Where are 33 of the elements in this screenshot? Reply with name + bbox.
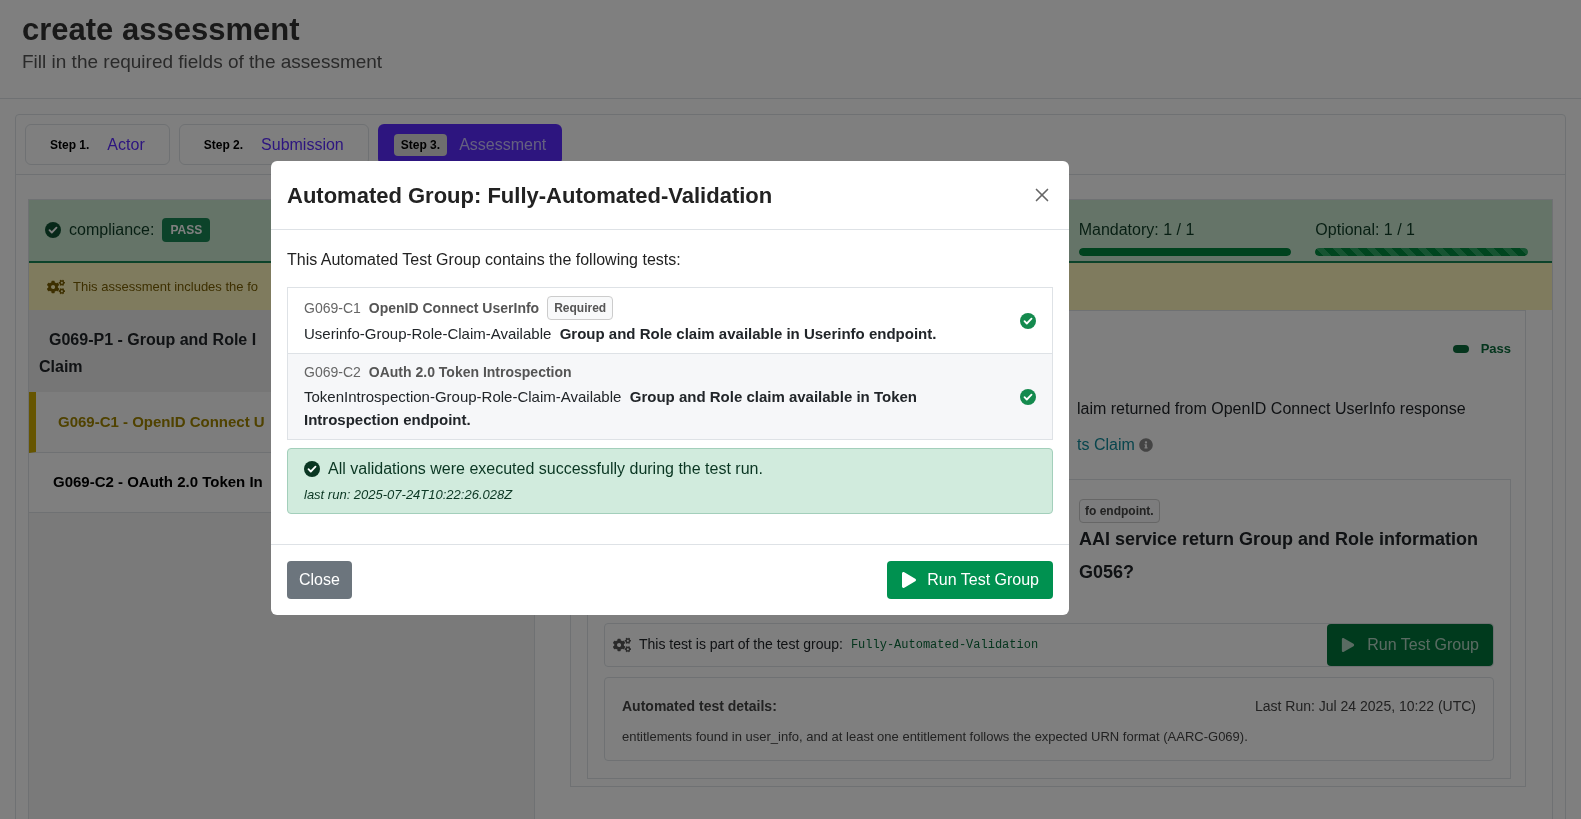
step-number: Step 3.: [393, 133, 448, 156]
progress-label: Mandatory: 1 / 1: [1078, 220, 1196, 240]
step-number: Step 2.: [203, 136, 244, 154]
test-group-text: This test is part of the test group:: [639, 635, 843, 654]
notice-text: This assessment includes the fo: [73, 277, 258, 296]
test-badge: fo endpoint.: [1079, 498, 1160, 523]
criterion-description: laim returned from OpenID Connect UserInfo response: [1077, 398, 1466, 419]
principle-title: G069-P1 - Group and Role I: [48, 330, 257, 350]
alert-message: All validations were executed successfully during the test run.: [328, 459, 763, 479]
pass-badge: PASS: [162, 218, 211, 242]
required-badge: Required: [547, 296, 614, 320]
modal-intro: This Automated Test Group contains the following tests:: [287, 250, 682, 270]
last-run-text: Last Run: Jul 24 2025, 10:22 (UTC): [1255, 696, 1476, 716]
page-subtitle: Fill in the required fields of the assessment: [22, 50, 384, 74]
modal-title: Automated Group: Fully-Automated-Validation: [287, 181, 773, 210]
details-title: Automated test details:: [622, 696, 777, 716]
test-description: Userinfo-Group-Role-Claim-Available Group and Role claim available in Userinfo endpoint.: [304, 324, 938, 344]
step-number: Step 1.: [50, 136, 90, 154]
page-title: create assessment: [22, 11, 301, 49]
progress-label: Optional: 1 / 1: [1315, 220, 1416, 240]
details-text: entitlements found in user_info, and at least one entitlement follows the expected URN format (AARC-G069).: [622, 727, 1249, 746]
test-code: G069-C1: [304, 298, 361, 318]
test-name: OpenID Connect UserInfo: [368, 298, 540, 318]
test-question: AAI service return Group and Role information: [1079, 527, 1479, 551]
test-question: G056?: [1079, 560, 1135, 584]
alert-last-run: last run: 2025-07-24T10:22:26.028Z: [304, 486, 514, 504]
test-name: OAuth 2.0 Token Introspection: [368, 363, 572, 382]
compliance-label: compliance:: [69, 220, 155, 240]
test-description: TokenIntrospection-Group-Role-Claim-Available Group and Role claim available in Token Introspection endpoint.: [304, 387, 918, 430]
test-group-name: Fully-Automated-Validation: [850, 636, 1039, 654]
test-code: G069-C2: [304, 363, 361, 382]
status-label: Pass: [1480, 340, 1511, 358]
principle-title: Claim: [39, 357, 83, 377]
